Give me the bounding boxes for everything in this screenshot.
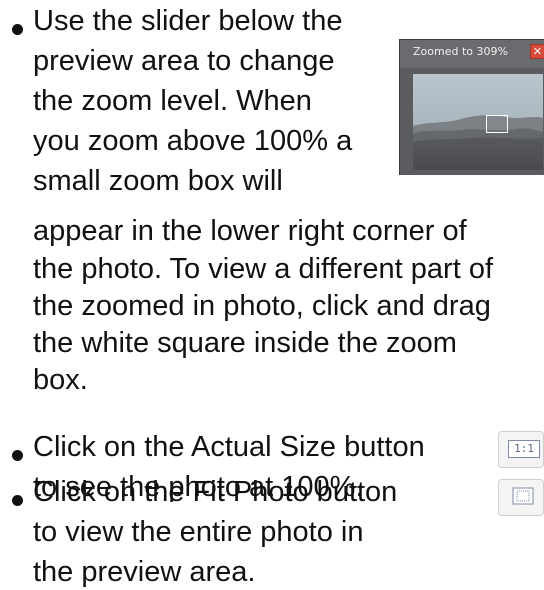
bullet-2 bbox=[12, 450, 23, 461]
instruction-line: Click on the Actual Size button bbox=[33, 431, 425, 463]
instruction-line: you zoom above 100% a bbox=[33, 125, 353, 157]
instruction-line: the preview area. bbox=[33, 556, 256, 588]
actual-size-button[interactable]: 1:1 bbox=[498, 431, 544, 468]
help-page: Use the slider below the preview area to… bbox=[0, 0, 544, 588]
instruction-line: box. bbox=[33, 364, 88, 396]
zoom-preview-panel: Zoomed to 309% ✕ bbox=[399, 39, 544, 175]
bullet-1 bbox=[12, 24, 23, 35]
instruction-line: preview area to change bbox=[33, 45, 335, 77]
zoom-level-label: Zoomed to 309% bbox=[413, 45, 508, 58]
fit-photo-icon bbox=[512, 487, 534, 505]
preview-header: Zoomed to 309% ✕ bbox=[400, 40, 544, 68]
instruction-line: the photo. To view a different part of bbox=[33, 253, 494, 285]
instruction-line: Use the slider below the bbox=[33, 5, 343, 37]
instruction-line: to view the entire photo in bbox=[33, 516, 364, 548]
instruction-line: Click on the Fit Photo button bbox=[33, 476, 398, 508]
actual-size-icon: 1:1 bbox=[508, 440, 540, 458]
instruction-line: the zoomed in photo, click and drag bbox=[33, 290, 491, 322]
instruction-line: appear in the lower right corner of bbox=[33, 215, 467, 247]
instruction-line: the zoom level. When bbox=[33, 85, 312, 117]
close-icon[interactable]: ✕ bbox=[530, 44, 544, 59]
preview-photo bbox=[413, 74, 543, 170]
zoom-box-square[interactable] bbox=[486, 115, 508, 133]
instruction-line: small zoom box will bbox=[33, 165, 283, 197]
instruction-line: the white square inside the zoom bbox=[33, 327, 457, 359]
fit-photo-button[interactable] bbox=[498, 479, 544, 516]
bullet-3 bbox=[12, 495, 23, 506]
